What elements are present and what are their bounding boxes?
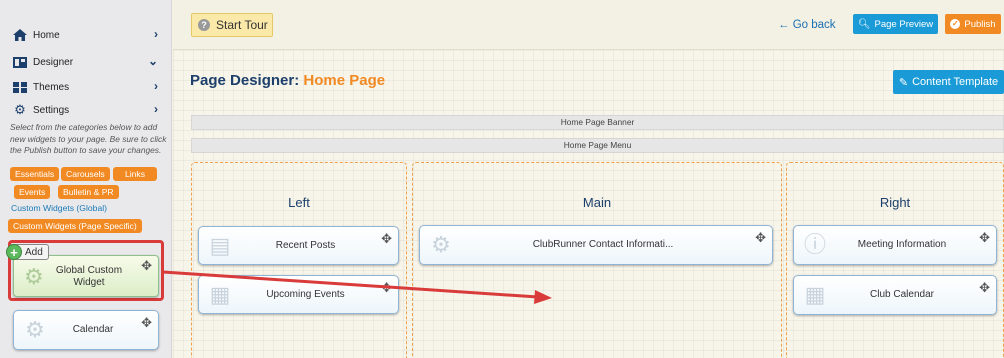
widget-label: ClubRunner Contact Informati...	[532, 239, 674, 250]
move-icon[interactable]: ✥	[979, 230, 990, 246]
plus-icon: +	[6, 244, 22, 260]
page-preview-button[interactable]: 🔍︎ Page Preview	[853, 14, 938, 34]
sidebar-item-label: Home	[33, 29, 60, 41]
home-page-banner-zone[interactable]: Home Page Banner	[191, 115, 1004, 130]
page-title-name: Home Page	[303, 72, 386, 89]
sidebar-item-themes[interactable]: Themes ›	[12, 78, 162, 96]
widget-label: Club Calendar	[870, 289, 934, 300]
move-icon[interactable]: ✥	[381, 280, 392, 296]
designer-icon	[12, 56, 28, 68]
widget-clubrunner-contact-information[interactable]: ⚙ ClubRunner Contact Informati... ✥	[419, 225, 773, 265]
page-title: Page Designer: Home Page	[190, 72, 385, 89]
move-icon[interactable]: ✥	[141, 258, 152, 274]
pencil-icon: ✎	[898, 76, 909, 89]
start-tour-label: Start Tour	[216, 18, 268, 32]
sidebar-item-designer[interactable]: Designer ⌄	[12, 53, 162, 71]
content-template-label: Content Template	[912, 76, 999, 88]
chevron-right-icon: ›	[154, 27, 158, 41]
search-icon: 🔍︎	[857, 18, 871, 30]
calendar-icon: ▦	[209, 282, 231, 307]
sidebar-item-settings[interactable]: ⚙ Settings ›	[12, 101, 162, 119]
column-left-title: Left	[288, 195, 310, 210]
move-icon[interactable]: ✥	[141, 315, 152, 331]
category-bulletin-pr[interactable]: Bulletin & PR	[58, 185, 119, 199]
gear-icon: ⚙	[14, 102, 26, 117]
move-icon[interactable]: ✥	[979, 280, 990, 296]
sidebar-help-text: Select from the categories below to add …	[10, 122, 167, 155]
chevron-right-icon: ›	[154, 102, 158, 116]
top-toolbar: ? Start Tour ← Go back 🔍︎ Page Preview ✓…	[173, 0, 1004, 50]
gear-icon: ⚙	[431, 232, 451, 257]
gear-icon: ⚙	[24, 264, 44, 289]
content-template-button[interactable]: ✎ Content Template	[893, 70, 1004, 94]
column-main-title: Main	[582, 195, 612, 210]
sidebar: Home › Designer ⌄ Themes › ⚙ Settings › …	[0, 0, 172, 358]
sidebar-item-home[interactable]: Home ›	[12, 26, 162, 44]
add-tooltip-label: Add	[25, 246, 43, 258]
move-icon[interactable]: ✥	[381, 231, 392, 247]
category-links[interactable]: Links	[113, 167, 157, 181]
widget-global-custom-widget[interactable]: ⚙ Global Custom Widget ✥	[13, 255, 159, 297]
category-essentials[interactable]: Essentials	[10, 167, 60, 181]
publish-button[interactable]: ✓ Publish	[945, 14, 1001, 34]
start-tour-button[interactable]: ? Start Tour	[191, 13, 273, 37]
widget-label: Meeting Information	[857, 239, 947, 250]
chevron-right-icon: ›	[154, 79, 158, 93]
widget-label: Global Custom Widget	[55, 265, 123, 288]
category-custom-widgets-global[interactable]: Custom Widgets (Global)	[11, 203, 107, 213]
widget-calendar[interactable]: ⚙ Calendar ✥	[13, 310, 159, 350]
document-icon: ▤	[209, 233, 231, 258]
calendar-icon: ▦	[804, 282, 826, 307]
category-custom-widgets-page-specific[interactable]: Custom Widgets (Page Specific)	[8, 219, 142, 233]
category-events[interactable]: Events	[14, 185, 51, 199]
column-right-title: Right	[879, 195, 911, 210]
widget-label: Upcoming Events	[266, 288, 345, 300]
move-icon[interactable]: ✥	[755, 230, 766, 246]
widget-upcoming-events[interactable]: ▦ Upcoming Events ✥	[198, 275, 399, 314]
go-back-link[interactable]: ← Go back	[778, 19, 836, 31]
page-title-prefix: Page Designer:	[190, 72, 304, 89]
sidebar-item-label: Settings	[33, 104, 70, 116]
home-icon	[12, 29, 28, 41]
add-tooltip[interactable]: + Add	[6, 244, 49, 260]
check-icon: ✓	[950, 19, 961, 29]
question-icon: ?	[198, 19, 210, 31]
sidebar-item-label: Designer	[33, 56, 74, 68]
sidebar-item-label: Themes	[33, 81, 70, 93]
themes-icon	[12, 81, 28, 93]
publish-label: Publish	[964, 18, 996, 30]
widget-meeting-information[interactable]: ⓘ Meeting Information ✥	[793, 225, 997, 265]
widget-label: Recent Posts	[275, 239, 336, 251]
page-designer-canvas: ? Start Tour ← Go back 🔍︎ Page Preview ✓…	[173, 0, 1004, 358]
widget-label: Calendar	[72, 324, 114, 335]
widget-club-calendar[interactable]: ▦ Club Calendar ✥	[793, 275, 997, 315]
home-page-menu-zone[interactable]: Home Page Menu	[191, 138, 1004, 153]
chevron-down-icon: ⌄	[147, 54, 158, 68]
widget-recent-posts[interactable]: ▤ Recent Posts ✥	[198, 226, 399, 265]
page-preview-label: Page Preview	[874, 18, 934, 30]
category-carousels[interactable]: Carousels	[61, 167, 110, 181]
